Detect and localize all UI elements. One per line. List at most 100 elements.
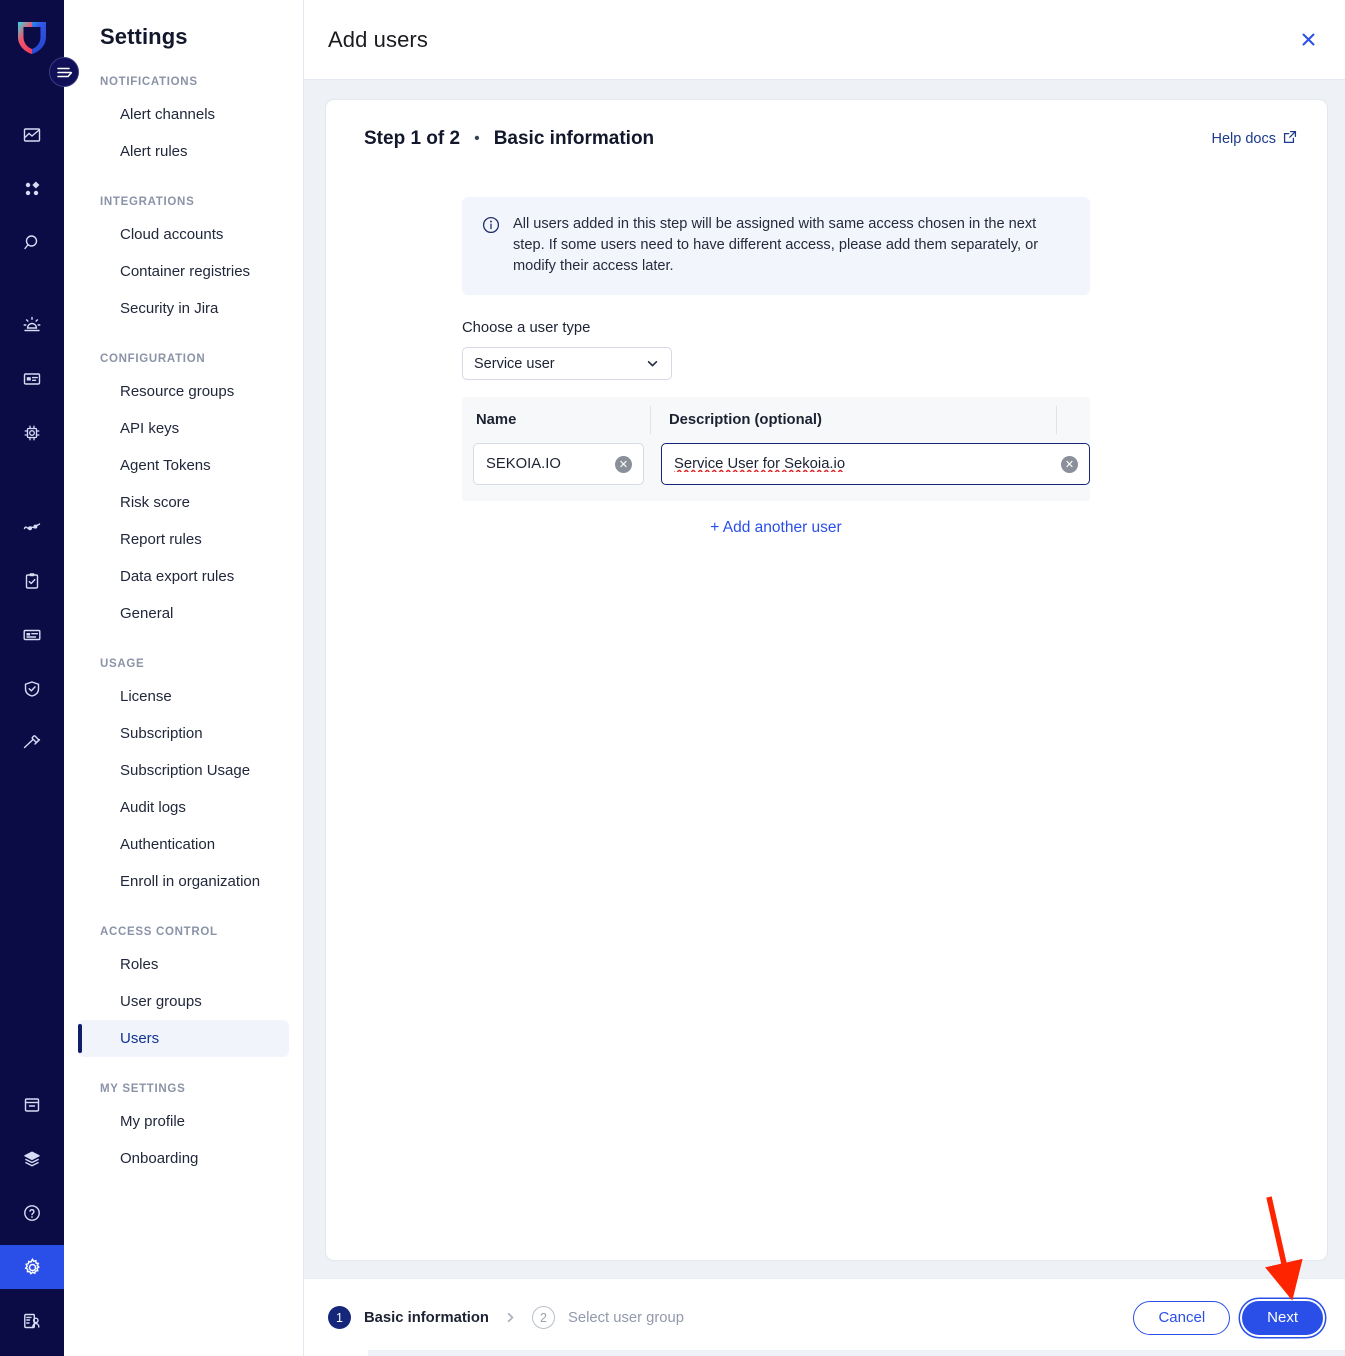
next-button[interactable]: Next — [1242, 1300, 1323, 1335]
sidebar-item-subscription[interactable]: Subscription — [78, 715, 289, 752]
chevron-down-icon — [645, 356, 660, 371]
info-circle-icon — [482, 216, 500, 277]
sidebar-item-container-registries[interactable]: Container registries — [78, 253, 289, 290]
panel-footer: 1 Basic information 2 Select user group … — [304, 1278, 1345, 1356]
step-separator: • — [474, 130, 480, 147]
menu-toggle-button[interactable] — [49, 57, 79, 87]
column-header-description: Description (optional) — [669, 412, 822, 428]
step-breadcrumb: 1 Basic information 2 Select user group — [328, 1306, 684, 1329]
activity-graph-icon[interactable] — [10, 505, 54, 549]
rail-icon-group-lower — [0, 500, 64, 770]
sidebar-item-resource-groups[interactable]: Resource groups — [78, 373, 289, 410]
alert-siren-icon[interactable] — [10, 303, 54, 347]
nav-section-access-control: ACCESS CONTROL — [100, 926, 218, 938]
sidebar-item-data-export-rules[interactable]: Data export rules — [78, 558, 289, 595]
sidebar-item-cloud-accounts[interactable]: Cloud accounts — [78, 216, 289, 253]
sidebar-item-audit-logs[interactable]: Audit logs — [78, 789, 289, 826]
step-counter: Step 1 of 2 — [364, 128, 461, 149]
column-header-name: Name — [476, 412, 517, 428]
step-2-badge[interactable]: 2 — [531, 1306, 555, 1329]
clear-name-icon[interactable]: ✕ — [615, 455, 632, 473]
rail-icon-group-top — [0, 108, 64, 270]
sidebar-item-my-profile[interactable]: My profile — [78, 1103, 289, 1140]
apps-grid-icon[interactable] — [10, 167, 54, 211]
user-type-label: Choose a user type — [462, 320, 591, 336]
shield-check-icon[interactable] — [10, 667, 54, 711]
nav-section-integrations: INTEGRATIONS — [100, 196, 195, 208]
sidebar-item-alert-channels[interactable]: Alert channels — [78, 96, 289, 133]
panel-title: Add users — [328, 26, 428, 52]
sidebar-item-license[interactable]: License — [78, 678, 289, 715]
sidebar-item-risk-score[interactable]: Risk score — [78, 484, 289, 521]
asset-card-icon[interactable] — [10, 357, 54, 401]
user-type-selected-value: Service user — [474, 355, 555, 372]
step-2-label: Select user group — [567, 1309, 684, 1326]
sidebar-item-roles[interactable]: Roles — [78, 946, 289, 983]
step-1-label: Basic information — [364, 1309, 489, 1326]
step-1-badge[interactable]: 1 — [328, 1306, 351, 1329]
sidebar-item-enroll-in-organization[interactable]: Enroll in organization — [78, 863, 289, 900]
panel-header: Add users — [304, 0, 1345, 80]
cancel-button[interactable]: Cancel — [1133, 1300, 1231, 1335]
nav-section-my-settings: MY SETTINGS — [100, 1083, 186, 1095]
sidebar-item-users[interactable]: Users — [78, 1020, 289, 1057]
footer-actions: Cancel Next — [1133, 1300, 1323, 1335]
page-title: Settings — [100, 24, 188, 49]
user-description-value: Service User for Sekoia.io — [674, 456, 846, 472]
info-banner-text: All users added in this step will be ass… — [513, 216, 1039, 274]
nav-section-usage: USAGE — [100, 658, 145, 670]
sidebar-item-onboarding[interactable]: Onboarding — [78, 1140, 289, 1177]
help-circle-icon[interactable] — [10, 1191, 54, 1235]
user-description-input[interactable]: Service User for Sekoia.io ✕ — [661, 443, 1090, 485]
users-table-header: Name Description (optional) — [462, 397, 1090, 443]
sidebar-item-security-in-jira[interactable]: Security in Jira — [78, 290, 289, 327]
step-name: Basic information — [493, 128, 655, 149]
sidebar-item-general[interactable]: General — [78, 595, 289, 632]
column-divider-2 — [1056, 406, 1057, 434]
application-window: Settings NOTIFICATIONS Alert channels Al… — [0, 0, 1345, 1356]
id-card-icon[interactable] — [10, 613, 54, 657]
step-card-header: Step 1 of 2 • Basic information Help doc… — [364, 128, 1297, 150]
intelligence-chart-icon[interactable] — [10, 113, 54, 157]
sidebar-item-user-groups[interactable]: User groups — [78, 983, 289, 1020]
panel-body: Step 1 of 2 • Basic information Help doc… — [304, 80, 1345, 1278]
sidebar-item-authentication[interactable]: Authentication — [78, 826, 289, 863]
close-icon[interactable] — [1293, 25, 1323, 55]
help-docs-link[interactable]: Help docs — [1212, 130, 1297, 148]
help-docs-label: Help docs — [1211, 131, 1276, 147]
primary-icon-rail — [0, 0, 79, 1356]
column-divider-1 — [650, 406, 651, 434]
archive-box-icon[interactable] — [10, 1083, 54, 1127]
sekoia-shield-logo[interactable] — [12, 16, 52, 58]
layers-stack-icon[interactable] — [10, 1137, 54, 1181]
sidebar-item-agent-tokens[interactable]: Agent Tokens — [78, 447, 289, 484]
user-name-value: SEKOIA.IO — [486, 456, 561, 472]
nav-section-notifications: NOTIFICATIONS — [100, 76, 198, 88]
sidebar-item-subscription-usage[interactable]: Subscription Usage — [78, 752, 289, 789]
add-users-panel: Add users Step 1 of 2 • Basic informatio… — [304, 0, 1345, 1356]
info-banner: All users added in this step will be ass… — [462, 197, 1090, 295]
clear-description-icon[interactable]: ✕ — [1061, 455, 1078, 473]
gavel-icon[interactable] — [10, 721, 54, 765]
add-another-user-link[interactable]: + Add another user — [462, 519, 1090, 537]
user-name-input[interactable]: SEKOIA.IO ✕ — [473, 443, 644, 485]
chevron-right-icon — [504, 1311, 517, 1324]
step-card: Step 1 of 2 • Basic information Help doc… — [326, 100, 1327, 1260]
clipboard-check-icon[interactable] — [10, 559, 54, 603]
rail-icon-group-bottom — [0, 1078, 64, 1348]
gear-icon[interactable] — [0, 1245, 64, 1289]
settings-sidebar: Settings NOTIFICATIONS Alert channels Al… — [64, 0, 304, 1356]
panel-bottom-strip — [368, 1350, 1345, 1356]
users-table: Name Description (optional) SEKOIA.IO ✕ … — [462, 397, 1090, 501]
search-icon[interactable] — [10, 221, 54, 265]
nav-section-configuration: CONFIGURATION — [100, 353, 206, 365]
external-link-icon — [1283, 130, 1297, 148]
rail-icon-group-mid — [0, 298, 64, 460]
user-type-select[interactable]: Service user — [462, 347, 672, 380]
chip-automation-icon[interactable] — [10, 411, 54, 455]
table-row: SEKOIA.IO ✕ Service User for Sekoia.io ✕ — [462, 443, 1090, 485]
user-profile-icon[interactable] — [10, 1299, 54, 1343]
sidebar-item-report-rules[interactable]: Report rules — [78, 521, 289, 558]
sidebar-item-alert-rules[interactable]: Alert rules — [78, 133, 289, 170]
sidebar-item-api-keys[interactable]: API keys — [78, 410, 289, 447]
